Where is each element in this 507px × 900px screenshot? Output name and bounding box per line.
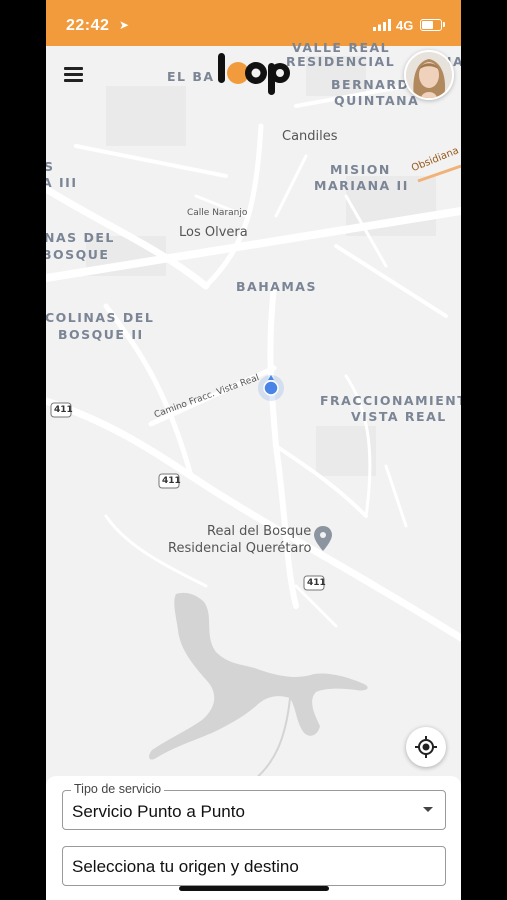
map-label-el-ba: EL BA xyxy=(167,69,215,84)
map-view[interactable]: EL BA VALLE REAL RESIDENCIAL NA BERNARD … xyxy=(46,40,461,787)
phone-screen: 22:42 ➤ 4G EL BA VALLE REAL RESIDENCIAL … xyxy=(46,0,461,900)
map-label-calle-naranjo: Calle Naranjo xyxy=(187,208,248,218)
map-label-quintana: QUINTANA xyxy=(334,93,420,108)
highway-shield-411: 411 xyxy=(54,405,73,415)
map-label-residencial-queretaro: Residencial Querétaro xyxy=(168,541,312,556)
map-label-colinas: NAS DEL xyxy=(46,230,115,245)
map-label-vista-real: VISTA REAL xyxy=(351,409,447,424)
service-type-label: Tipo de servicio xyxy=(71,782,165,796)
map-label-bosque-ii: BOSQUE II xyxy=(58,327,144,342)
crosshair-icon xyxy=(415,736,437,758)
origin-destination-input[interactable]: Selecciona tu origen y destino xyxy=(62,846,446,886)
bottom-panel: Tipo de servicio Servicio Punto a Punto … xyxy=(46,776,461,900)
my-location-button[interactable] xyxy=(406,727,446,767)
battery-tip xyxy=(443,22,445,27)
home-indicator xyxy=(179,886,329,891)
service-type-select[interactable]: Tipo de servicio Servicio Punto a Punto xyxy=(62,782,446,830)
map-label-residencial: RESIDENCIAL xyxy=(286,54,396,69)
loop-logo xyxy=(218,53,290,95)
map-label-candiles: Candiles xyxy=(282,129,338,144)
map-label-a-iii: A III xyxy=(46,175,78,190)
highway-shield-411: 411 xyxy=(162,476,181,486)
status-time: 22:42 xyxy=(66,17,110,34)
location-arrow-icon: ➤ xyxy=(119,18,130,32)
map-label-valle-real: VALLE REAL xyxy=(292,40,391,55)
menu-button[interactable] xyxy=(64,67,84,83)
map-label-los-olvera: Los Olvera xyxy=(179,225,248,240)
highway-shield-411: 411 xyxy=(307,578,326,588)
user-avatar-icon xyxy=(406,52,452,98)
map-label-real-del-bosque: Real del Bosque xyxy=(207,524,312,539)
hamburger-icon xyxy=(64,67,83,70)
map-label-colinas-ii: COLINAS DEL xyxy=(46,310,155,325)
map-label-mision: MISION xyxy=(330,162,391,177)
map-label-bahamas: BAHAMAS xyxy=(236,279,317,294)
map-label-fraccionamiento: FRACCIONAMIENTO xyxy=(320,393,461,408)
status-bar: 22:42 ➤ 4G xyxy=(46,0,461,46)
chevron-down-icon xyxy=(423,807,433,812)
map-label-s: S xyxy=(46,159,55,174)
origin-destination-text: Selecciona tu origen y destino xyxy=(72,857,299,876)
network-type: 4G xyxy=(396,18,414,33)
avatar[interactable] xyxy=(404,50,454,100)
map-label-bernardo: BERNARD xyxy=(331,77,410,92)
map-label-mariana: MARIANA II xyxy=(314,178,409,193)
battery-icon xyxy=(420,19,442,31)
signal-icon xyxy=(373,19,391,31)
service-type-value: Servicio Punto a Punto xyxy=(72,802,245,821)
map-label-bosque: BOSQUE xyxy=(46,247,110,262)
